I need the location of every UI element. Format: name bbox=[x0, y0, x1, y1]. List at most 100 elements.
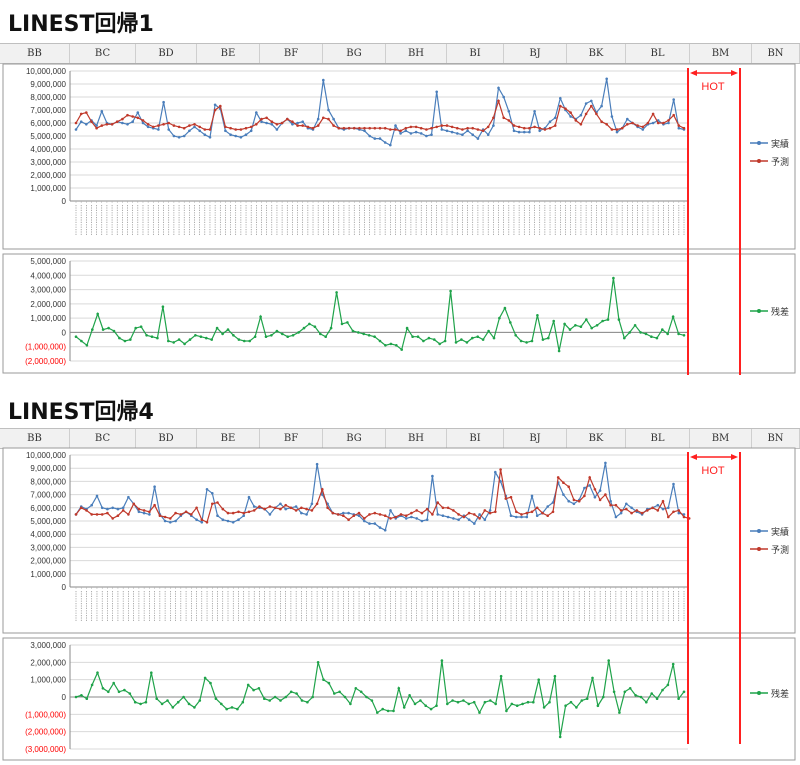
data-point bbox=[610, 115, 614, 118]
data-point bbox=[497, 99, 500, 103]
column-header-row: BB BC BD BE BF BG BH BI BJ BK BL BM BN bbox=[0, 43, 800, 64]
data-point bbox=[137, 510, 141, 514]
data-point bbox=[244, 133, 248, 136]
data-point bbox=[221, 332, 224, 336]
data-point bbox=[302, 326, 306, 330]
data-point bbox=[523, 130, 526, 134]
data-point bbox=[79, 112, 83, 116]
data-point bbox=[494, 510, 497, 514]
data-point bbox=[216, 514, 219, 517]
data-point bbox=[553, 116, 557, 120]
data-point bbox=[606, 318, 610, 321]
data-point bbox=[457, 513, 460, 516]
column-header-bb: BB bbox=[0, 44, 70, 63]
data-point bbox=[327, 681, 331, 685]
data-point bbox=[415, 517, 419, 520]
data-point bbox=[438, 342, 442, 346]
y-tick-label: 1,000,000 bbox=[30, 314, 66, 323]
data-point bbox=[399, 129, 402, 133]
data-point bbox=[452, 509, 455, 512]
data-point bbox=[601, 319, 604, 323]
data-point bbox=[456, 132, 459, 135]
data-point bbox=[166, 699, 169, 702]
column-header-bc: BC bbox=[70, 429, 136, 448]
data-point bbox=[667, 119, 670, 122]
data-point bbox=[182, 134, 186, 138]
data-point bbox=[79, 120, 83, 123]
data-point bbox=[519, 339, 523, 343]
data-point bbox=[636, 124, 639, 127]
data-point bbox=[483, 509, 487, 512]
data-point bbox=[542, 706, 546, 709]
data-point bbox=[580, 699, 584, 702]
data-point bbox=[370, 699, 374, 702]
data-point bbox=[604, 493, 607, 496]
data-point bbox=[305, 513, 308, 516]
data-point bbox=[583, 494, 586, 498]
data-point bbox=[253, 335, 257, 338]
data-point bbox=[85, 344, 89, 347]
data-point bbox=[347, 511, 350, 515]
data-point bbox=[337, 126, 341, 130]
data-point bbox=[548, 120, 552, 123]
data-point bbox=[205, 336, 208, 340]
data-point bbox=[310, 502, 314, 506]
data-point bbox=[512, 129, 516, 133]
data-point bbox=[174, 519, 177, 523]
data-point bbox=[107, 690, 110, 694]
data-point bbox=[259, 315, 262, 318]
data-point bbox=[144, 700, 148, 704]
data-point bbox=[324, 335, 328, 338]
data-point bbox=[404, 126, 408, 130]
data-point bbox=[352, 126, 356, 130]
data-point bbox=[467, 511, 471, 515]
data-point bbox=[499, 468, 502, 471]
data-point bbox=[575, 706, 578, 709]
data-point bbox=[559, 104, 562, 108]
data-point bbox=[630, 506, 633, 510]
data-point bbox=[160, 702, 164, 706]
data-point bbox=[677, 697, 680, 700]
data-point bbox=[193, 123, 196, 126]
data-point bbox=[512, 124, 516, 127]
data-point bbox=[409, 125, 413, 129]
data-point bbox=[237, 338, 241, 341]
data-point bbox=[650, 692, 653, 695]
data-point bbox=[452, 517, 455, 520]
data-point bbox=[188, 129, 191, 133]
data-point bbox=[91, 328, 94, 331]
y-tick-label: 0 bbox=[62, 693, 67, 702]
data-point bbox=[405, 326, 409, 330]
data-point bbox=[671, 662, 675, 666]
y-tick-label: 5,000,000 bbox=[30, 517, 66, 526]
data-point bbox=[451, 699, 454, 702]
data-point bbox=[152, 125, 155, 129]
data-point bbox=[352, 514, 356, 517]
data-point bbox=[174, 511, 177, 515]
y-tick-label: (1,000,000) bbox=[25, 710, 66, 719]
data-point bbox=[662, 121, 665, 125]
data-point bbox=[153, 503, 156, 507]
data-point bbox=[195, 518, 198, 521]
data-point bbox=[219, 104, 222, 108]
data-point bbox=[435, 704, 438, 707]
y-tick-label: 0 bbox=[62, 328, 67, 337]
data-point bbox=[635, 509, 639, 512]
data-point bbox=[677, 126, 681, 130]
data-point bbox=[332, 117, 335, 121]
data-point bbox=[392, 709, 395, 713]
data-point bbox=[520, 513, 523, 516]
data-point bbox=[414, 130, 418, 134]
data-point bbox=[321, 488, 324, 491]
data-point bbox=[408, 694, 411, 697]
data-point bbox=[80, 694, 83, 697]
data-point bbox=[221, 518, 225, 521]
y-tick-label: 9,000,000 bbox=[30, 464, 66, 473]
data-point bbox=[311, 695, 315, 699]
data-point bbox=[239, 128, 243, 131]
data-point bbox=[275, 123, 279, 126]
data-point bbox=[208, 136, 212, 139]
data-point bbox=[121, 117, 124, 121]
data-point bbox=[264, 335, 268, 338]
data-point bbox=[136, 116, 140, 120]
